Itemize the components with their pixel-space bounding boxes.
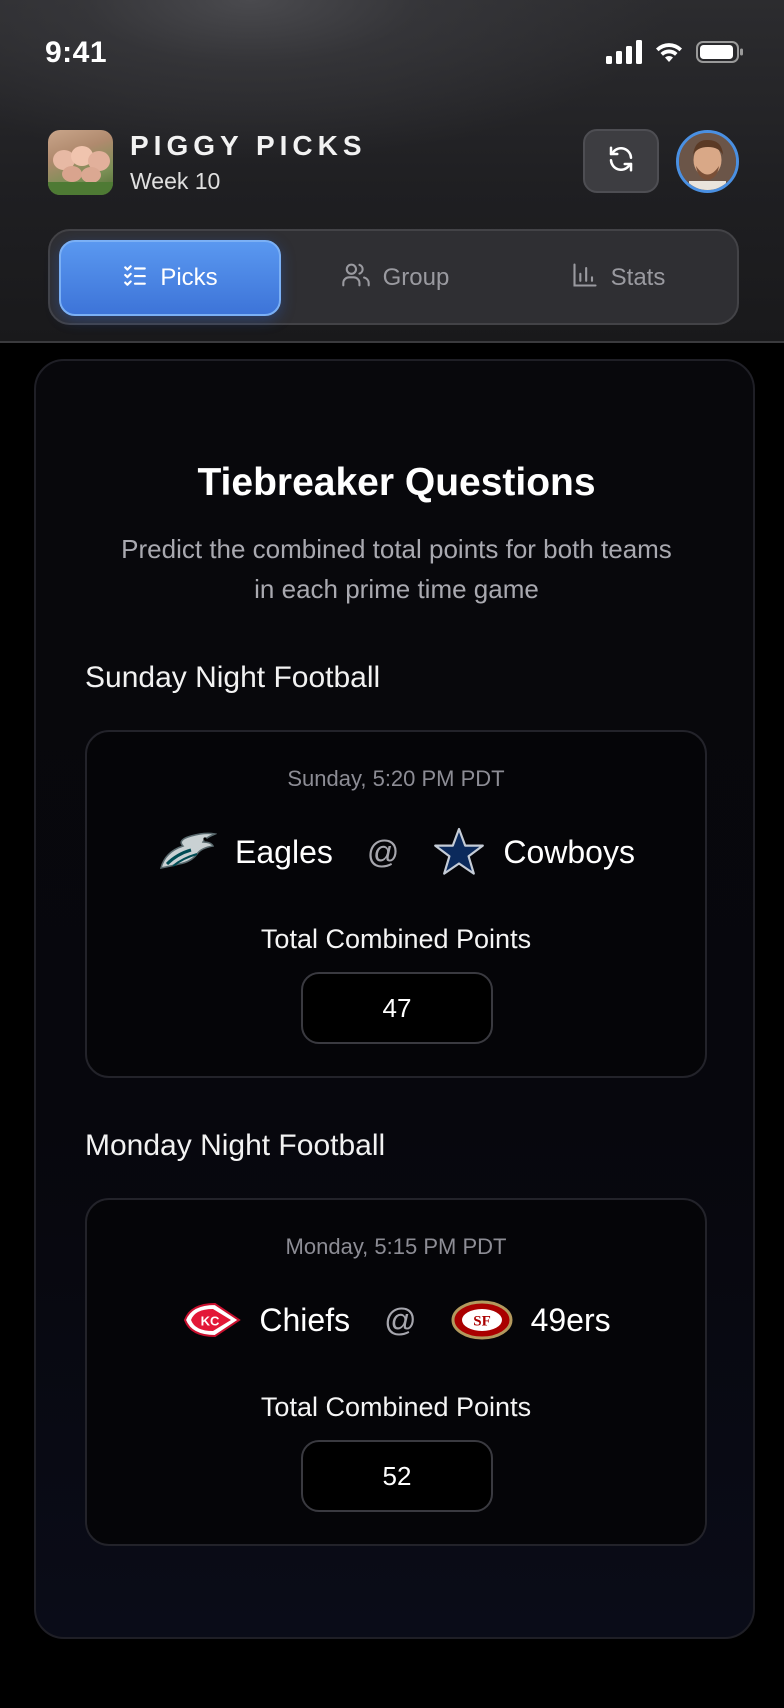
points-label: Total Combined Points	[260, 1392, 532, 1422]
tiebreaker-card: Tiebreaker Questions Predict the combine…	[34, 359, 755, 1639]
home-team-name: Cowboys	[503, 833, 635, 870]
tab-picks[interactable]: Picks	[59, 240, 281, 316]
wifi-icon	[654, 40, 684, 69]
away-team: KC Chiefs	[181, 1300, 350, 1340]
49ers-logo-icon: SF	[451, 1300, 513, 1340]
users-icon	[341, 261, 371, 296]
refresh-icon	[606, 144, 636, 179]
game-card-monday: Monday, 5:15 PM PDT KC Chiefs @ SF 49ers…	[85, 1198, 707, 1546]
tiebreaker-description: Predict the combined total points for bo…	[121, 534, 672, 604]
svg-text:SF: SF	[473, 1314, 491, 1330]
app-logo	[48, 130, 113, 195]
game-card-sunday: Sunday, 5:20 PM PDT Eagles @ Cowboys Tot…	[85, 730, 707, 1078]
refresh-button[interactable]	[583, 129, 659, 193]
battery-icon	[696, 40, 744, 69]
week-label: Week 10	[130, 168, 221, 194]
svg-text:KC: KC	[201, 1314, 220, 1329]
away-team-name: Chiefs	[259, 1301, 351, 1338]
tab-group[interactable]: Group	[284, 240, 506, 316]
away-team: Eagles	[157, 830, 333, 874]
app-title: PIGGY PICKS	[130, 130, 367, 161]
list-check-icon	[122, 262, 148, 295]
at-symbol: @	[366, 833, 400, 870]
tab-bar: Picks Group Stats	[48, 229, 739, 325]
cellular-signal-icon	[606, 40, 642, 69]
status-time: 9:41	[45, 36, 108, 69]
game-time: Sunday, 5:20 PM PDT	[287, 766, 505, 791]
combined-points-input-monday[interactable]	[301, 1440, 493, 1512]
tab-picks-label: Picks	[160, 264, 218, 291]
at-symbol: @	[384, 1301, 417, 1338]
tiebreaker-title: Tiebreaker Questions	[197, 461, 596, 504]
home-team: Cowboys	[433, 826, 635, 878]
matchup: KC Chiefs @ SF 49ers	[87, 1290, 705, 1350]
bar-chart-icon	[571, 261, 599, 296]
combined-points-input-sunday[interactable]	[301, 972, 493, 1044]
chiefs-logo-icon: KC	[181, 1300, 242, 1340]
app-header: 9:41 PIGGY PICKS Week 10 Picks Group Sta…	[0, 0, 784, 343]
user-avatar[interactable]	[676, 130, 739, 193]
cowboys-star-icon	[433, 826, 485, 878]
home-team-name: 49ers	[530, 1301, 611, 1338]
app-screen: 9:41 PIGGY PICKS Week 10 Picks Group Sta…	[0, 0, 784, 1708]
points-label: Total Combined Points	[260, 924, 532, 954]
tab-stats-label: Stats	[610, 264, 666, 291]
status-bar: 9:41	[0, 0, 784, 100]
eagles-logo-icon	[157, 830, 218, 874]
status-icons	[606, 40, 744, 69]
tab-group-label: Group	[382, 264, 450, 291]
matchup: Eagles @ Cowboys	[87, 822, 705, 882]
home-team: SF 49ers	[451, 1300, 611, 1340]
section-sunday-night-football: Sunday Night Football	[85, 661, 381, 694]
game-time: Monday, 5:15 PM PDT	[285, 1234, 507, 1259]
section-monday-night-football: Monday Night Football	[85, 1129, 386, 1162]
brand: PIGGY PICKS Week 10	[48, 130, 367, 195]
away-team-name: Eagles	[235, 833, 333, 870]
tab-stats[interactable]: Stats	[507, 240, 729, 316]
